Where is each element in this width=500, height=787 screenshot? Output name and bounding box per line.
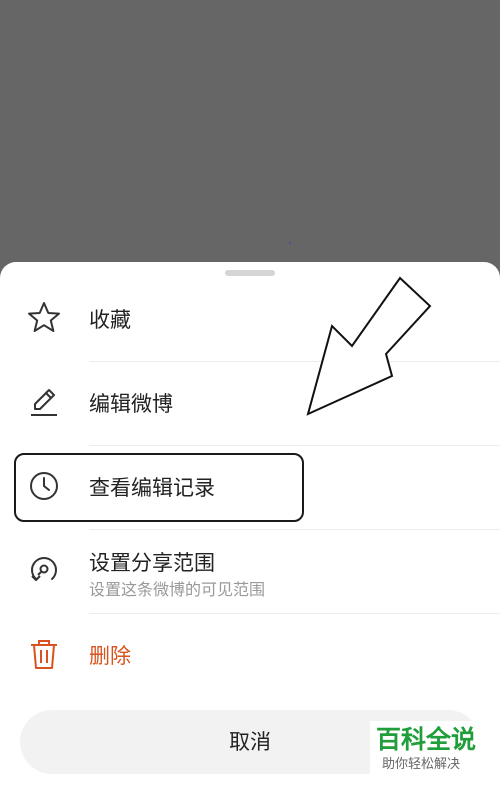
trash-icon [31, 640, 57, 669]
share-scope-icon [31, 557, 57, 581]
watermark-subtitle: 助你轻松解决 [382, 757, 461, 772]
overlay-speck [289, 242, 291, 244]
menu-item-label: 编辑微博 [89, 392, 173, 416]
menu-item-sublabel: 设置这条微博的可见范围 [89, 580, 266, 599]
watermark-logo: 百科全说 助你轻松解决 [370, 721, 490, 781]
star-icon [28, 302, 60, 332]
menu-item-label: 设置分享范围 [89, 551, 215, 575]
menu-item-share-scope[interactable]: 设置分享范围 设置这条微博的可见范围 [0, 530, 500, 614]
watermark-title: 百科全说 [376, 725, 477, 754]
menu-item-delete[interactable]: 删除 [0, 614, 500, 698]
annotation-arrow-icon [306, 276, 432, 416]
menu-item-label: 收藏 [89, 308, 131, 332]
highlight-box-annotation [14, 453, 304, 522]
sheet-drag-handle[interactable] [225, 270, 275, 276]
menu-item-label: 删除 [89, 644, 131, 668]
pencil-icon [31, 389, 57, 416]
